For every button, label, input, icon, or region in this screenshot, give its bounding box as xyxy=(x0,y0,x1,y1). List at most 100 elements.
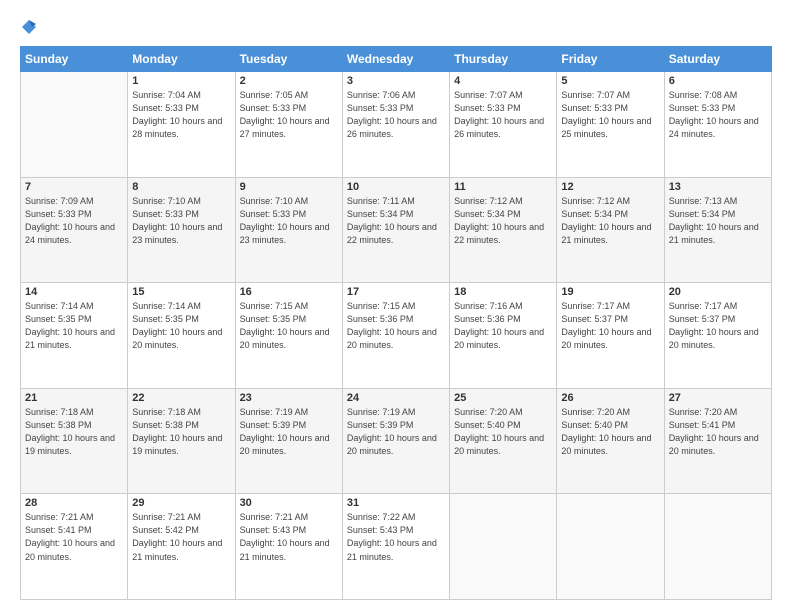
cell-date: 13 xyxy=(669,181,767,193)
calendar-cell: 27Sunrise: 7:20 AMSunset: 5:41 PMDayligh… xyxy=(664,388,771,494)
cell-date: 14 xyxy=(25,286,123,298)
calendar-cell: 25Sunrise: 7:20 AMSunset: 5:40 PMDayligh… xyxy=(450,388,557,494)
calendar-cell: 22 Sunrise: 7:18 AMSunset: 5:38 PMDayligh… xyxy=(128,388,235,494)
col-wednesday: Wednesday xyxy=(342,47,449,72)
cell-date: 22 xyxy=(132,392,230,404)
cell-date: 7 xyxy=(25,181,123,193)
cell-info: Sunrise: 7:21 AMSunset: 5:43 PMDaylight:… xyxy=(240,511,338,563)
calendar-cell: 3 Sunrise: 7:06 AMSunset: 5:33 PMDaylight… xyxy=(342,72,449,178)
cell-info: Sunrise: 7:14 AMSunset: 5:35 PMDaylight:… xyxy=(132,300,230,352)
calendar-cell: 1 Sunrise: 7:04 AMSunset: 5:33 PMDaylight… xyxy=(128,72,235,178)
col-monday: Monday xyxy=(128,47,235,72)
calendar-cell: 17Sunrise: 7:15 AMSunset: 5:36 PMDayligh… xyxy=(342,283,449,389)
cell-info: Sunrise: 7:19 AMSunset: 5:39 PMDaylight:… xyxy=(240,406,338,458)
cell-date: 30 xyxy=(240,497,338,509)
calendar-cell: 31 Sunrise: 7:22 AMSunset: 5:43 PMDayligh… xyxy=(342,494,449,600)
calendar-cell: 7 Sunrise: 7:09 AMSunset: 5:33 PMDaylight… xyxy=(21,177,128,283)
calendar-cell: 24 Sunrise: 7:19 AMSunset: 5:39 PMDayligh… xyxy=(342,388,449,494)
cell-date: 26 xyxy=(561,392,659,404)
cell-date: 24 xyxy=(347,392,445,404)
cell-info: Sunrise: 7:12 AMSunset: 5:34 PMDaylight:… xyxy=(454,195,552,247)
calendar-cell: 18 Sunrise: 7:16 AMSunset: 5:36 PMDayligh… xyxy=(450,283,557,389)
cell-info: Sunrise: 7:07 AMSunset: 5:33 PMDaylight:… xyxy=(561,89,659,141)
calendar-cell xyxy=(450,494,557,600)
cell-date: 3 xyxy=(347,75,445,87)
calendar-week-1: 1 Sunrise: 7:04 AMSunset: 5:33 PMDaylight… xyxy=(21,72,772,178)
calendar-cell: 28 Sunrise: 7:21 AMSunset: 5:41 PMDayligh… xyxy=(21,494,128,600)
calendar-cell: 6 Sunrise: 7:08 AMSunset: 5:33 PMDaylight… xyxy=(664,72,771,178)
calendar-cell: 2 Sunrise: 7:05 AMSunset: 5:33 PMDaylight… xyxy=(235,72,342,178)
cell-info: Sunrise: 7:19 AMSunset: 5:39 PMDaylight:… xyxy=(347,406,445,458)
calendar-cell: 29 Sunrise: 7:21 AMSunset: 5:42 PMDayligh… xyxy=(128,494,235,600)
calendar-week-4: 21 Sunrise: 7:18 AMSunset: 5:38 PMDayligh… xyxy=(21,388,772,494)
header xyxy=(20,18,772,36)
cell-date: 27 xyxy=(669,392,767,404)
calendar-week-5: 28 Sunrise: 7:21 AMSunset: 5:41 PMDayligh… xyxy=(21,494,772,600)
col-sunday: Sunday xyxy=(21,47,128,72)
cell-info: Sunrise: 7:22 AMSunset: 5:43 PMDaylight:… xyxy=(347,511,445,563)
header-row: Sunday Monday Tuesday Wednesday Thursday… xyxy=(21,47,772,72)
cell-info: Sunrise: 7:07 AMSunset: 5:33 PMDaylight:… xyxy=(454,89,552,141)
cell-date: 29 xyxy=(132,497,230,509)
calendar-cell: 15 Sunrise: 7:14 AMSunset: 5:35 PMDayligh… xyxy=(128,283,235,389)
cell-info: Sunrise: 7:15 AMSunset: 5:35 PMDaylight:… xyxy=(240,300,338,352)
cell-date: 5 xyxy=(561,75,659,87)
cell-info: Sunrise: 7:18 AMSunset: 5:38 PMDaylight:… xyxy=(25,406,123,458)
cell-date: 4 xyxy=(454,75,552,87)
cell-info: Sunrise: 7:18 AMSunset: 5:38 PMDaylight:… xyxy=(132,406,230,458)
col-tuesday: Tuesday xyxy=(235,47,342,72)
calendar-cell: 13Sunrise: 7:13 AMSunset: 5:34 PMDayligh… xyxy=(664,177,771,283)
cell-date: 19 xyxy=(561,286,659,298)
cell-date: 17 xyxy=(347,286,445,298)
cell-date: 28 xyxy=(25,497,123,509)
calendar-cell: 16 Sunrise: 7:15 AMSunset: 5:35 PMDayligh… xyxy=(235,283,342,389)
cell-date: 20 xyxy=(669,286,767,298)
cell-date: 10 xyxy=(347,181,445,193)
cell-info: Sunrise: 7:11 AMSunset: 5:34 PMDaylight:… xyxy=(347,195,445,247)
cell-date: 23 xyxy=(240,392,338,404)
cell-info: Sunrise: 7:06 AMSunset: 5:33 PMDaylight:… xyxy=(347,89,445,141)
cell-date: 21 xyxy=(25,392,123,404)
cell-date: 16 xyxy=(240,286,338,298)
calendar-cell: 20 Sunrise: 7:17 AMSunset: 5:37 PMDayligh… xyxy=(664,283,771,389)
cell-info: Sunrise: 7:17 AMSunset: 5:37 PMDaylight:… xyxy=(561,300,659,352)
calendar-cell: 14 Sunrise: 7:14 AMSunset: 5:35 PMDayligh… xyxy=(21,283,128,389)
cell-info: Sunrise: 7:05 AMSunset: 5:33 PMDaylight:… xyxy=(240,89,338,141)
cell-date: 2 xyxy=(240,75,338,87)
cell-info: Sunrise: 7:21 AMSunset: 5:42 PMDaylight:… xyxy=(132,511,230,563)
cell-info: Sunrise: 7:17 AMSunset: 5:37 PMDaylight:… xyxy=(669,300,767,352)
cell-info: Sunrise: 7:10 AMSunset: 5:33 PMDaylight:… xyxy=(240,195,338,247)
cell-date: 31 xyxy=(347,497,445,509)
page: Sunday Monday Tuesday Wednesday Thursday… xyxy=(0,0,792,612)
calendar-week-2: 7 Sunrise: 7:09 AMSunset: 5:33 PMDaylight… xyxy=(21,177,772,283)
cell-info: Sunrise: 7:08 AMSunset: 5:33 PMDaylight:… xyxy=(669,89,767,141)
cell-date: 6 xyxy=(669,75,767,87)
col-friday: Friday xyxy=(557,47,664,72)
calendar-week-3: 14 Sunrise: 7:14 AMSunset: 5:35 PMDayligh… xyxy=(21,283,772,389)
cell-date: 11 xyxy=(454,181,552,193)
calendar-body: 1 Sunrise: 7:04 AMSunset: 5:33 PMDaylight… xyxy=(21,72,772,600)
calendar-table: Sunday Monday Tuesday Wednesday Thursday… xyxy=(20,46,772,600)
calendar-header: Sunday Monday Tuesday Wednesday Thursday… xyxy=(21,47,772,72)
cell-info: Sunrise: 7:04 AMSunset: 5:33 PMDaylight:… xyxy=(132,89,230,141)
cell-date: 15 xyxy=(132,286,230,298)
calendar-cell: 12Sunrise: 7:12 AMSunset: 5:34 PMDayligh… xyxy=(557,177,664,283)
cell-date: 9 xyxy=(240,181,338,193)
calendar-cell xyxy=(664,494,771,600)
cell-date: 1 xyxy=(132,75,230,87)
calendar-cell xyxy=(557,494,664,600)
cell-info: Sunrise: 7:21 AMSunset: 5:41 PMDaylight:… xyxy=(25,511,123,563)
calendar-cell: 5 Sunrise: 7:07 AMSunset: 5:33 PMDaylight… xyxy=(557,72,664,178)
calendar-cell: 11 Sunrise: 7:12 AMSunset: 5:34 PMDayligh… xyxy=(450,177,557,283)
logo xyxy=(20,18,41,36)
calendar-cell: 10 Sunrise: 7:11 AMSunset: 5:34 PMDayligh… xyxy=(342,177,449,283)
cell-date: 18 xyxy=(454,286,552,298)
cell-info: Sunrise: 7:12 AMSunset: 5:34 PMDaylight:… xyxy=(561,195,659,247)
cell-info: Sunrise: 7:09 AMSunset: 5:33 PMDaylight:… xyxy=(25,195,123,247)
cell-info: Sunrise: 7:14 AMSunset: 5:35 PMDaylight:… xyxy=(25,300,123,352)
cell-info: Sunrise: 7:16 AMSunset: 5:36 PMDaylight:… xyxy=(454,300,552,352)
calendar-cell: 9 Sunrise: 7:10 AMSunset: 5:33 PMDaylight… xyxy=(235,177,342,283)
cell-info: Sunrise: 7:20 AMSunset: 5:40 PMDaylight:… xyxy=(454,406,552,458)
col-saturday: Saturday xyxy=(664,47,771,72)
calendar-cell: 30 Sunrise: 7:21 AMSunset: 5:43 PMDayligh… xyxy=(235,494,342,600)
